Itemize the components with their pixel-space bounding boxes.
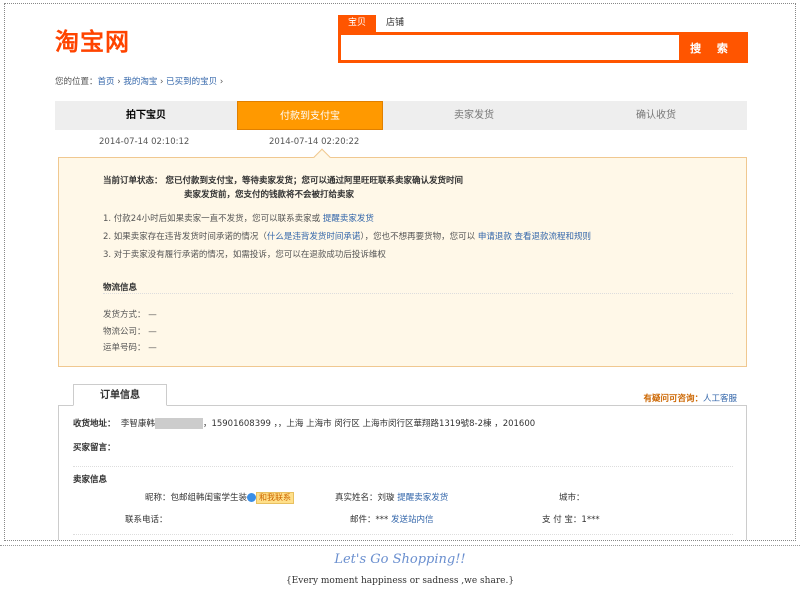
- tab-order-info[interactable]: 订单信息: [73, 384, 167, 406]
- promise-link[interactable]: 什么是违背发货时间承诺: [267, 232, 361, 242]
- ship-method: 发货方式： —: [103, 310, 157, 320]
- page-frame: 淘宝网 宝贝 店铺 搜 索 您的位置：首页 › 我的淘宝 › 已买到的宝贝 › …: [4, 3, 796, 541]
- tip-2-mid: ），您也不想再要货物，您可以: [360, 232, 478, 242]
- seller-alipay: 支 付 宝：1***: [542, 513, 600, 525]
- address-name: 李智康韩: [120, 419, 155, 429]
- footer-slogan: Let's Go Shopping!!: [334, 552, 466, 567]
- order-status-panel: 当前订单状态： 您已付款到支付宝，等待卖家发货；您可以通过阿里旺旺联系卖家确认发…: [58, 148, 747, 367]
- taobao-logo[interactable]: 淘宝网: [55, 22, 130, 57]
- step-confirm: 确认收货: [565, 101, 747, 130]
- ship-company: 物流公司： —: [103, 327, 157, 337]
- tip-1: 1. 付款24小时后如果卖家一直不发货，您可以联系卖家或 提醒卖家发货: [103, 212, 374, 224]
- breadcrumb: 您的位置：首页 › 我的淘宝 › 已买到的宝贝 ›: [55, 75, 223, 87]
- buyer-message: 买家留言：: [73, 441, 116, 453]
- search-button[interactable]: 搜 索: [679, 35, 745, 60]
- alipay-label: 支 付 宝：: [542, 515, 582, 525]
- wangwang-icon[interactable]: [247, 493, 257, 502]
- remind-ship-link[interactable]: 提醒卖家发货: [323, 214, 374, 224]
- panel-pointer: [313, 148, 331, 166]
- breadcrumb-home[interactable]: 首页: [98, 77, 115, 87]
- search-box: 搜 索: [338, 32, 748, 63]
- tip-2: 2. 如果卖家存在违背发货时间承诺的情况（什么是违背发货时间承诺），您也不想再要…: [103, 230, 591, 242]
- divider: [73, 466, 733, 467]
- step-order-placed: 拍下宝贝: [55, 101, 237, 130]
- seller-title-text: 卖家信息: [73, 475, 108, 485]
- shipping-address: 收货地址： 李智康韩 ，15901608399 ，，上海 上海市 闵行区 上海市闵…: [73, 417, 535, 429]
- mail-value: ***: [375, 515, 389, 525]
- status-line-2: 卖家发货前，您支付的钱款将不会被打给卖家: [184, 190, 355, 200]
- seller-phone: 联系电话：: [125, 515, 168, 525]
- address-label: 收货地址：: [73, 419, 116, 429]
- time-placed: 2014-07-14 02:10:12: [99, 137, 190, 147]
- step-label: 确认收货: [636, 110, 676, 121]
- divider: [73, 534, 733, 535]
- tab-baobei[interactable]: 宝贝: [338, 15, 377, 32]
- refund-link[interactable]: 申请退款: [478, 232, 512, 242]
- breadcrumb-bought[interactable]: 已买到的宝贝: [166, 77, 217, 87]
- footer-tagline: {Every moment happiness or sadness ,we s…: [285, 576, 515, 586]
- breadcrumb-sep: ›: [217, 77, 224, 87]
- divider: [103, 293, 733, 294]
- order-progress: 拍下宝贝 付款到支付宝 卖家发货› 确认收货: [55, 101, 747, 130]
- seller-realname: 真实姓名：刘璇 提醒卖家发货: [335, 491, 448, 503]
- breadcrumb-sep: ›: [157, 77, 167, 87]
- customer-service-link[interactable]: 人工客服: [703, 394, 737, 404]
- refund-rules-link[interactable]: 查看退款流程和规则: [515, 232, 592, 242]
- step-label: 付款到支付宝: [280, 111, 340, 122]
- realname-label: 真实姓名：: [335, 493, 378, 503]
- seller-mail: 邮件：*** 发送站内信: [350, 513, 433, 525]
- step-shipped: 卖家发货›: [383, 101, 571, 130]
- logistics-title: 物流信息: [103, 283, 138, 293]
- search-input[interactable]: [341, 35, 679, 60]
- step-paid: 付款到支付宝: [237, 101, 383, 130]
- breadcrumb-my-taobao[interactable]: 我的淘宝: [123, 77, 157, 87]
- search-tabs: 宝贝 店铺: [338, 15, 748, 32]
- tip-2-text: 2. 如果卖家存在违背发货时间承诺的情况（: [103, 232, 267, 242]
- contact-seller-button[interactable]: 和我联系: [256, 492, 295, 504]
- ship-number: 运单号码： —: [103, 343, 157, 353]
- nick-label: 昵称：: [145, 493, 171, 503]
- message-label: 买家留言：: [73, 443, 116, 453]
- nick-value: 包邮组韩闺蜜学生装: [170, 493, 248, 503]
- alipay-value: 1***: [581, 515, 600, 525]
- breadcrumb-prefix: 您的位置：: [55, 77, 98, 87]
- search-area: 宝贝 店铺 搜 索: [338, 15, 748, 63]
- time-paid: 2014-07-14 02:20:22: [269, 137, 360, 147]
- tip-1-text: 1. 付款24小时后如果卖家一直不发货，您可以联系卖家或: [103, 214, 323, 224]
- step-label: 拍下宝贝: [126, 110, 166, 121]
- seller-city: 城市：: [559, 493, 585, 503]
- help-contact: 有疑问可咨询：人工客服: [643, 392, 737, 404]
- order-status: 当前订单状态： 您已付款到支付宝，等待卖家发货；您可以通过阿里旺旺联系卖家确认发…: [103, 174, 463, 202]
- redacted-block: [154, 418, 203, 429]
- mail-label: 邮件：: [350, 515, 376, 525]
- tab-shop[interactable]: 店铺: [376, 15, 414, 32]
- remind-seller-link[interactable]: 提醒卖家发货: [397, 493, 448, 503]
- divider: [0, 545, 800, 546]
- step-label: 卖家发货: [454, 110, 494, 121]
- status-line-1: 当前订单状态： 您已付款到支付宝，等待卖家发货；您可以通过阿里旺旺联系卖家确认发…: [103, 176, 463, 186]
- seller-title: 卖家信息: [73, 473, 107, 485]
- help-label: 有疑问可咨询：: [643, 394, 703, 404]
- realname-value: 刘璇: [377, 493, 395, 503]
- address-detail: ，15901608399 ，，上海 上海市 闵行区 上海市闵行区華翔路1319號…: [202, 419, 536, 429]
- tip-3: 3. 对于卖家没有履行承诺的情况，如需投诉，您可以在退款成功后投诉维权: [103, 250, 386, 260]
- send-message-link[interactable]: 发送站内信: [391, 515, 434, 525]
- seller-nick: 昵称：包邮组韩闺蜜学生装 和我联系: [145, 491, 295, 504]
